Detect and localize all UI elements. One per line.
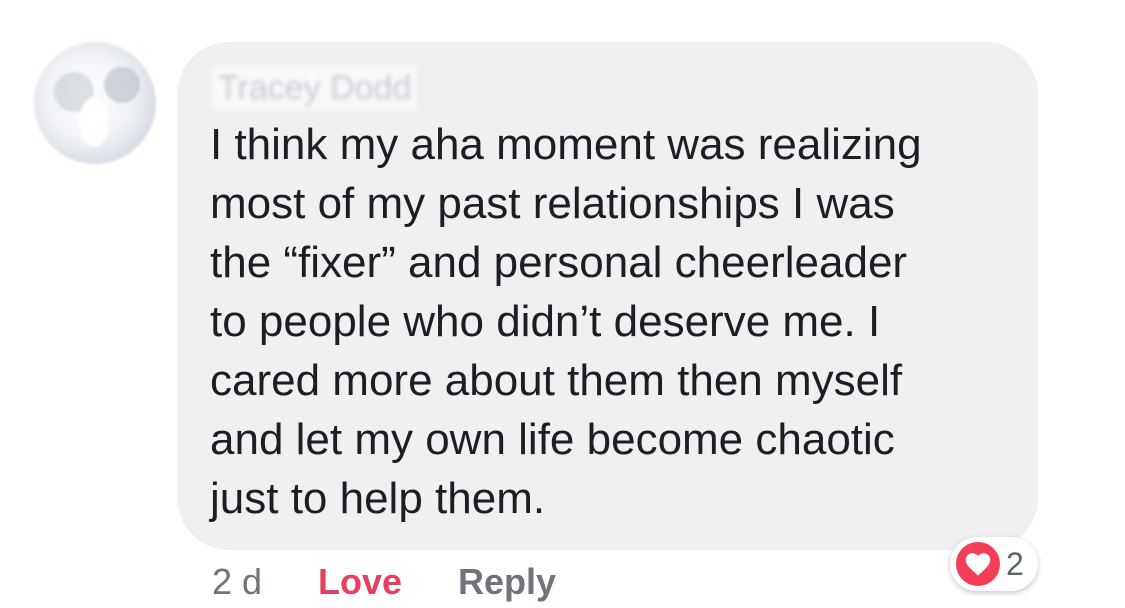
reply-button[interactable]: Reply: [458, 556, 556, 608]
reaction-count: 2: [1006, 546, 1024, 582]
avatar[interactable]: [34, 42, 156, 164]
heart-icon: [956, 542, 1000, 586]
comment-text-line: cared more about them then myself: [210, 356, 903, 405]
comment-text-line: the “fixer” and personal cheerleader: [210, 238, 908, 287]
comment-author-name[interactable]: Tracey Dodd: [212, 66, 418, 110]
avatar-photo-detail: [79, 97, 109, 147]
comment-text-line: to people who didn’t deserve me. I: [210, 297, 881, 346]
comment-text-line: just to help them.: [210, 474, 546, 523]
avatar-photo-detail: [104, 67, 140, 103]
love-reaction-button[interactable]: Love: [318, 556, 402, 608]
comment-text: I think my aha moment was realizing most…: [210, 115, 1015, 528]
comment-text-line: I think my aha moment was realizing: [210, 120, 922, 169]
comment-text-line: and let my own life become chaotic: [210, 415, 895, 464]
reaction-summary[interactable]: 2: [950, 537, 1038, 591]
comment-timestamp[interactable]: 2 d: [212, 556, 262, 608]
comment-text-line: most of my past relationships I was: [210, 179, 895, 228]
